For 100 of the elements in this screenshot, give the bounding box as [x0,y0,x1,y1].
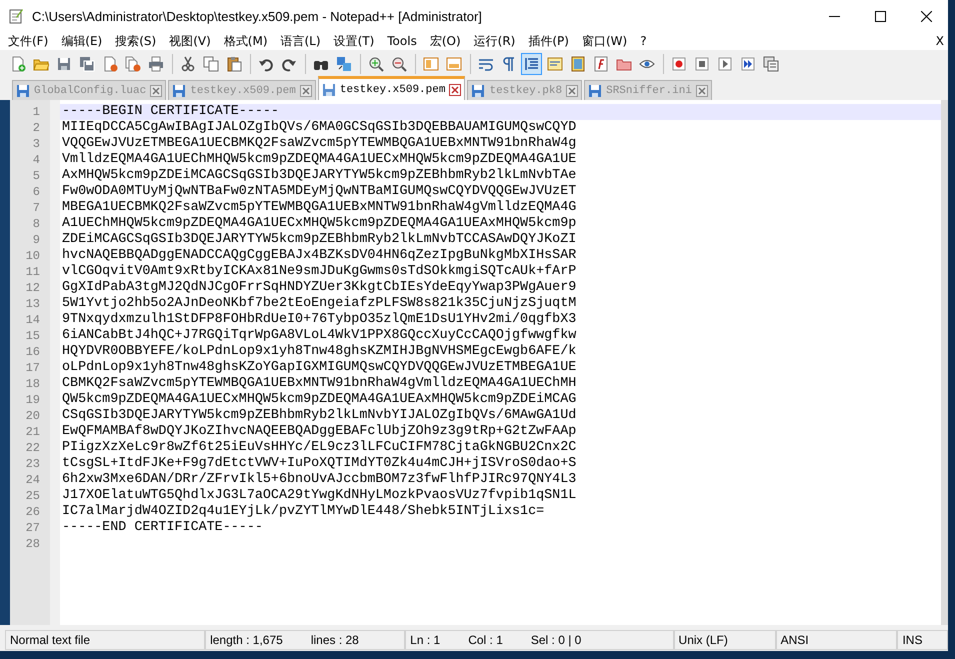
menu-item[interactable]: 设置(T) [334,32,374,50]
lines-count: lines : 28 [310,633,359,647]
code-line: J17XOElatuWTG5QhdlxJG3L7aOCA29tYwgKdNHyLMozkPvaosVUz7fvpib1qSN1L [61,488,578,504]
line-number: 5 [32,168,40,184]
zoom-out-icon [390,56,406,72]
tab-label: GlobalConfig.luac [34,84,146,96]
code-line: MIIEqDCCA5CgAwIBAgIJALOZgIbQVs/6MA0GCSqGSIb3DQEBBAUAMIGUMQswCQYD [61,120,578,136]
line-number: 12 [24,280,40,296]
line-number: 11 [24,264,40,280]
line-number: 9 [32,232,40,248]
encoding: ANSI [780,633,809,647]
line-number: 2 [32,120,40,136]
line-number: 16 [24,344,40,360]
code-line: Fw0wODA0MTUyMjQwNTBaFw0zNTA5MDEyMjQwNTBaMIGUMQswCQYDVQQGEwJVUzET [61,184,578,200]
floppy-icon [322,82,336,96]
map-icon [570,56,586,72]
code-line: VQQGEwJVUzETMBEGA1UECBMKQ2FsaWZvcm5pYTEWMBQGA1UEBxMNTW91bnRhaW4g [61,136,578,152]
menu-item[interactable]: 窗口(W) [582,32,628,50]
tab-label: testkey.x509.pem [190,84,296,96]
code-line: oLPdnLop9x1yh8Tnw48ghsKZoYGapIGXMIGUMQswCQYDVQQGEwJVUzETMBEGA1UE [61,360,578,376]
replace-icon [336,56,352,72]
menu-item[interactable]: 插件(P) [528,32,569,50]
line-number: 23 [24,456,40,472]
code-line: CSqGSIb3DQEJARYTYW5kcm9pZEBhbmRyb2lkLmNvbYIJALOZgIbQVs/6MAwGA1Ud [61,408,578,424]
code-line: CBMKQ2FsaWZvcm5pYTEWMBQGA1UEBxMNTW91bnRhaW4gVmlldzEQMA4GA1UEChMH [61,376,578,392]
code-line: A1UEChMHQW5kcm9pZDEQMA4GA1UECxMHQW5kcm9pZDEQMA4GA1UEAxMHQW5kcm9p [61,216,578,232]
line-number: 7 [32,200,40,216]
close-document-button[interactable]: X [936,34,944,48]
line-number: 18 [24,376,40,392]
code-line: hvcNAQEBBQADggENADCCAQgCggEBAJx4BZKsDV04HN6qZezIpgBuNkgMbXIHsSAR [61,248,578,264]
page-plus-icon [10,56,26,72]
indent-guide-icon [524,56,540,72]
floppy-icon [172,84,186,98]
code-line: MBEGA1UECBMKQ2FsaWZvcm5pYTEWMBQGA1UEBxMNTW91bnRhaW4gVmlldzEQMA4G [61,200,578,216]
pilcrow-icon [500,56,516,72]
pages-close-icon [124,56,140,72]
selection-info: Sel : 0 | 0 [530,633,582,647]
line-number: 24 [24,472,40,488]
record-icon [670,56,686,72]
code-line: 5W1Yvtjo2hb5o2AJnDeoNKbf7be2tEoEngeiafzPLFSW8s821k35CjuNjzSjuqtM [61,296,578,312]
line-number: 27 [24,520,40,536]
menu-item[interactable]: ? [640,34,647,48]
code-line: AxMHQW5kcm9pZDEiMCAGCSqGSIb3DQEJARYTYW5kcm9pZEBhbmRyb2lkLmNvbTAe [61,168,578,184]
tab-label: testkey.pk8 [489,84,562,96]
menu-item[interactable]: 视图(V) [169,32,211,50]
insert-mode: INS [902,633,922,647]
line-number: 21 [24,424,40,440]
code-line: -----END CERTIFICATE----- [61,520,264,536]
floppy-icon [471,84,486,98]
zoom-in-icon [368,56,384,72]
menu-item[interactable]: 编辑(E) [61,32,102,50]
menu-item[interactable]: 运行(R) [474,32,516,50]
code-line: vlCGOqvitV0Amt9xRtbyICKAx81Ne9smJDuKgGwms0sTdSOkkmgiSQTcAUk+fArP [61,264,578,280]
line-number: 1 [32,104,40,120]
menu-item[interactable]: 宏(O) [430,32,461,50]
code-line: ZDEiMCAGCSqGSIb3DQEJARYTYW5kcm9pZEBhbmRyb2lkLmNvbTCCASAwDQYJKoZI [61,232,578,248]
file-type: Normal text file [10,633,90,647]
floppy-icon [56,56,72,72]
line-number: 26 [24,504,40,520]
code-line: 6iANCabBtJ4hQC+J7RGQiTqrWpGA8VLoL4WkV1PPX8GQccXuyCcCAQOjgfwwgfkw [61,328,578,344]
menu-item[interactable]: 格式(M) [224,32,268,50]
code-line: GgXIdPabA3tgMJ2QdNJCgOFrrSqHNDYZUer3KkgtCbIEsYdeEqyYwap3PWgAuer9 [61,280,578,296]
length-count: length : 1,675 [210,633,283,647]
play-icon [716,56,732,72]
line-number: 13 [24,296,40,312]
line-number: 15 [24,328,40,344]
line-number: 20 [24,408,40,424]
panes-icon [422,56,438,72]
menu-item[interactable]: 搜索(S) [115,32,156,50]
tab-label: testkey.x509.pem [340,84,446,96]
notepad-icon [8,8,24,24]
page-icon [546,56,562,72]
line-number: 25 [24,488,40,504]
menu-item[interactable]: Tools [387,34,417,48]
menu-item[interactable]: 语言(L) [280,32,321,50]
line-number: 14 [24,312,40,328]
copy-icon [202,56,218,72]
fast-forward-icon [740,56,756,72]
file-tab[interactable]: testkey.x509.pem [318,76,466,100]
line-number: 22 [24,440,40,456]
code-line: 9TNxqydxmzulh1StDFP8FOHbRdUeI0+76TybpO35zlQmE1DsU1YHv2mi/0qgfbX3 [61,312,578,328]
line-number: 10 [24,248,40,264]
indent-guide-button[interactable] [521,53,542,75]
code-line: VmlldzEQMA4GA1UEChMHQW5kcm9pZDEQMA4GA1UECxMHQW5kcm9pZDEQMA4GA1UE [61,152,578,168]
tab-label: SRSniffer.ini [606,84,692,96]
line-number: 28 [24,536,40,552]
code-line: 6h2xw3Mxe6DAN/DRr/ZFrvIkl5+6bnoUvAJccbmBOM7z3fwFlhfPJIRc97QNY4L3 [61,472,578,488]
code-line: tCsgSL+ItdFJKe+F9g7dEtctVWV+IuPoXQTIMdYT0Zk4u4mCJH+jISVroS0dao+S [61,456,578,472]
close-icon[interactable] [921,10,932,22]
floppies-icon [78,56,94,72]
menu-item[interactable]: 文件(F) [8,32,48,50]
code-line: EwQFMAMBAf8wDQYJKoZIhvcNAQEEBQADggEBAFclUbjZOh9z3g9tRp+G2tZwFAAp [61,424,578,440]
line-position: Ln : 1 [410,633,440,647]
line-number: 19 [24,392,40,408]
line-number: 8 [32,216,40,232]
maximize-icon[interactable] [875,10,886,22]
panes-icon [446,56,462,72]
column-position: Col : 1 [468,633,503,647]
scissors-icon [180,56,196,72]
line-number: 4 [32,152,40,168]
